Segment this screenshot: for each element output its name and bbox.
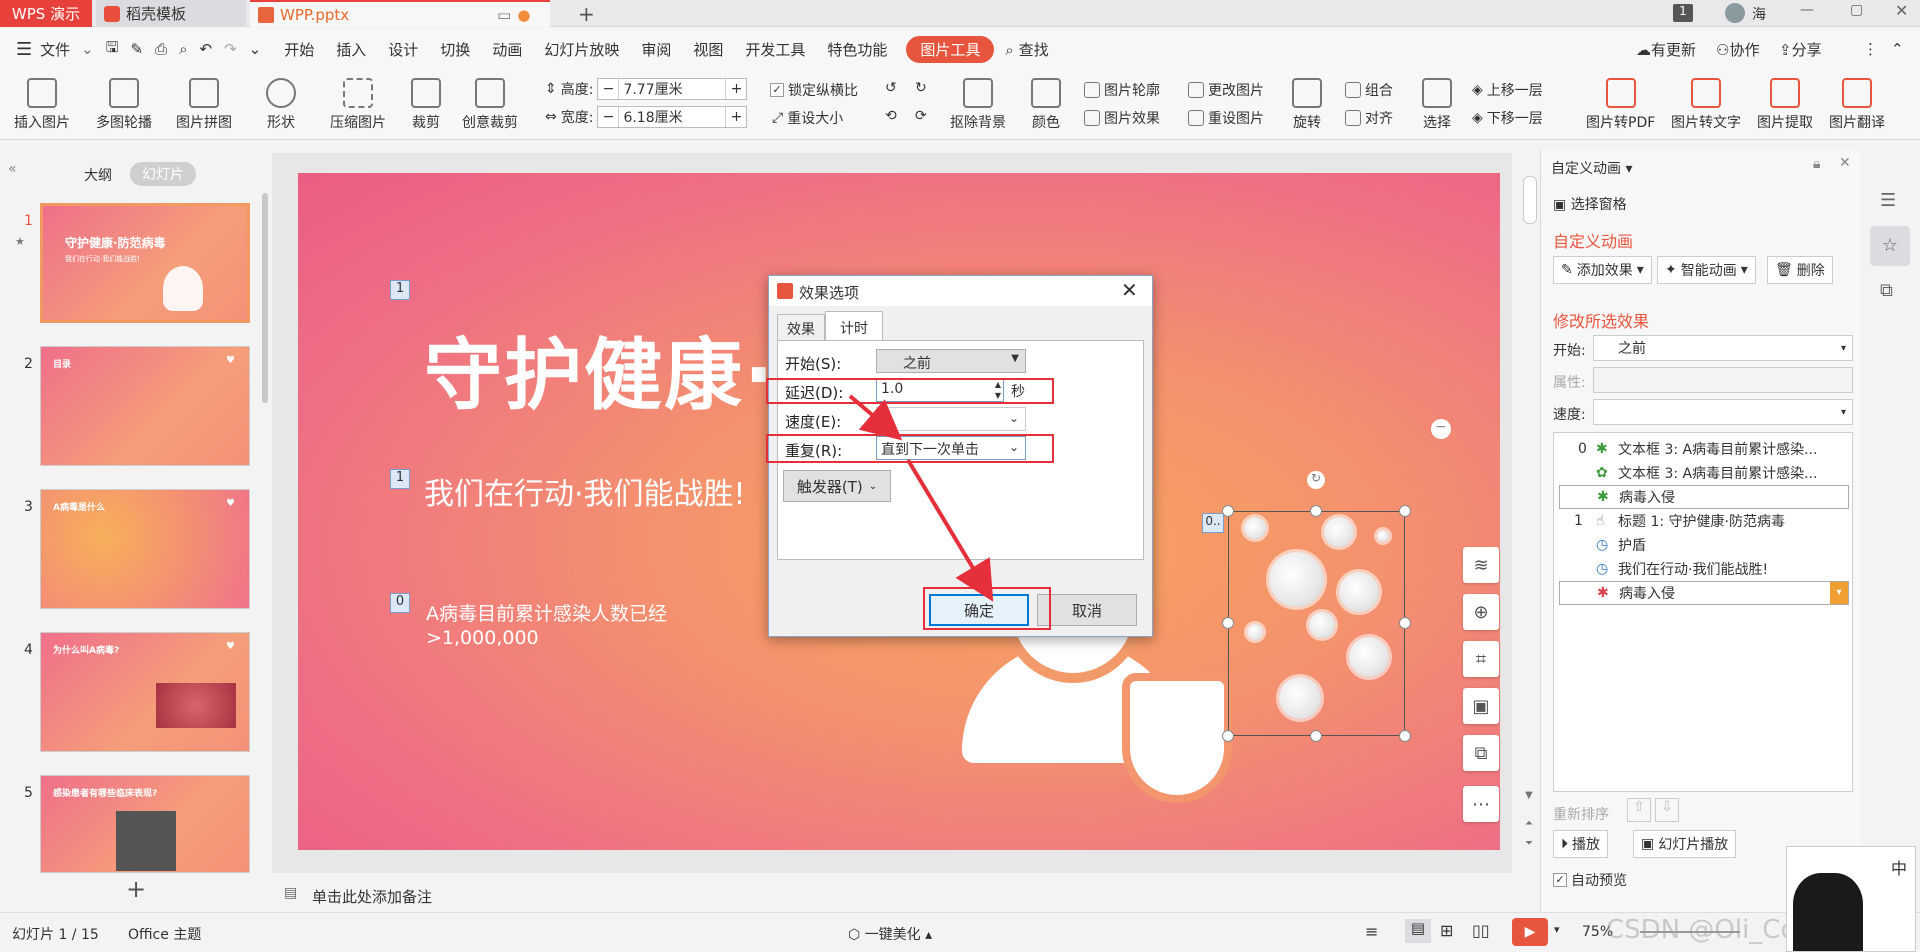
pane-close-icon[interactable]: ✕: [1839, 155, 1851, 171]
add-effect-button[interactable]: ✎ 添加效果 ▾: [1553, 256, 1652, 284]
reorder-label: 重新排序: [1553, 807, 1609, 823]
animation-star-icon[interactable]: ☆: [1870, 226, 1910, 266]
arrow-repeat-to-ok: [906, 458, 994, 602]
start-dropdown[interactable]: 之前 ▾: [1593, 335, 1853, 361]
animation-list-item[interactable]: ✿ 文本框 3: A病毒目前累计感染...: [1554, 461, 1844, 485]
section-title: 修改所选效果: [1553, 312, 1650, 331]
transition-icon[interactable]: ⧉: [1880, 280, 1893, 301]
chevron-down-icon: ▾: [1840, 406, 1846, 418]
pane-header[interactable]: 自定义动画 ▾: [1551, 158, 1632, 178]
animation-list-item[interactable]: ◷ 我们在行动·我们能战胜!: [1554, 557, 1844, 581]
speed-dropdown[interactable]: ▾: [1593, 399, 1853, 425]
beautify-button[interactable]: ⬡ 一键美化 ▴: [848, 924, 932, 944]
section-title: 自定义动画: [1553, 232, 1634, 251]
animation-list-item[interactable]: 1 ☝ 标题 1: 守护健康·防范病毒: [1554, 509, 1844, 533]
chevron-down-icon: ▾: [1740, 262, 1748, 278]
slide-count: 幻灯片 1 / 15: [12, 927, 99, 943]
lock-icon[interactable]: 🔒︎: [1813, 156, 1820, 172]
cat-image: [1793, 873, 1863, 951]
speed-label: 速度:: [1553, 407, 1586, 423]
entrance-effect-icon: ✱: [1597, 489, 1609, 505]
move-down-icon[interactable]: ⇩: [1655, 798, 1679, 822]
emphasis-effect-icon: ✿: [1596, 465, 1608, 481]
beautify-icon: ⬡: [848, 927, 865, 943]
play-icon: ⏵: [1561, 836, 1568, 852]
chevron-down-icon: ▾: [1840, 342, 1846, 354]
notes-toggle-icon[interactable]: ≡: [1365, 922, 1378, 941]
pencil-icon: ✎: [1561, 262, 1573, 278]
slideshow-button[interactable]: ▣ 幻灯片播放: [1633, 830, 1737, 858]
item-dropdown-icon[interactable]: ▾: [1830, 582, 1848, 604]
grid-view-icon[interactable]: ⊞: [1440, 921, 1453, 940]
exit-effect-icon: ✱: [1597, 585, 1609, 601]
slideshow-icon: ▣: [1641, 836, 1655, 852]
auto-preview-checkbox[interactable]: ✓ 自动预览: [1553, 870, 1627, 890]
animation-list-item[interactable]: ✱ 病毒入侵: [1559, 485, 1849, 509]
start-label: 开始:: [1553, 343, 1586, 359]
play-slideshow-button[interactable]: ▶: [1512, 918, 1548, 946]
smart-icon: ✦: [1665, 262, 1677, 278]
timer-icon: ◷: [1596, 561, 1609, 577]
entrance-effect-icon: ✱: [1596, 441, 1608, 457]
animation-list: 0 ✱ 文本框 3: A病毒目前累计感染... ✿ 文本框 3: A病毒目前累计感染.…: [1553, 432, 1853, 792]
move-up-icon[interactable]: ⇧: [1627, 798, 1651, 822]
property-dropdown[interactable]: [1593, 367, 1853, 393]
timer-icon: ◷: [1596, 537, 1609, 553]
status-bar: 幻灯片 1 / 15 Office 主题 ⬡ 一键美化 ▴ ≡ ▤ ⊞ ▯▯ ▶…: [0, 912, 1920, 952]
trash-icon: 🗑︎: [1775, 262, 1793, 278]
play-button[interactable]: ⏵ 播放: [1553, 830, 1608, 858]
select-pane-link[interactable]: ▣ 选择窗格: [1553, 194, 1627, 214]
checkbox-checked-icon: ✓: [1553, 873, 1567, 887]
click-effect-icon: ☝: [1596, 513, 1605, 529]
right-sidebar: ☰ ☆ ⧉: [1860, 150, 1920, 912]
ime-widget[interactable]: 中: [1786, 846, 1916, 952]
normal-view-icon[interactable]: ▤: [1405, 919, 1431, 943]
delete-button[interactable]: 🗑︎ 删除: [1767, 256, 1833, 284]
smart-animation-button[interactable]: ✦ 智能动画 ▾: [1657, 256, 1756, 284]
ime-mode: 中: [1891, 859, 1908, 878]
select-pane-icon: ▣: [1553, 197, 1571, 213]
animation-list-item[interactable]: 0 ✱ 文本框 3: A病毒目前累计感染...: [1554, 437, 1844, 461]
play-options-chevron-icon[interactable]: ▾: [1554, 923, 1560, 936]
theme-name: Office 主题: [128, 927, 202, 943]
animation-list-item-selected[interactable]: ✱ 病毒入侵 ▾: [1559, 581, 1849, 605]
chevron-down-icon: ▾: [1636, 262, 1644, 278]
property-label: 属性:: [1553, 375, 1586, 391]
settings-sliders-icon[interactable]: ☰: [1880, 190, 1896, 211]
reading-view-icon[interactable]: ▯▯: [1472, 921, 1490, 940]
arrow-delay-to-repeat: [848, 394, 903, 441]
animation-list-item[interactable]: ◷ 护盾: [1554, 533, 1844, 557]
animation-pane: 自定义动画 ▾ 🔒︎ ✕ ▣ 选择窗格 自定义动画 ✎ 添加效果 ▾ ✦ 智能动画 ▾ …: [1540, 150, 1860, 912]
